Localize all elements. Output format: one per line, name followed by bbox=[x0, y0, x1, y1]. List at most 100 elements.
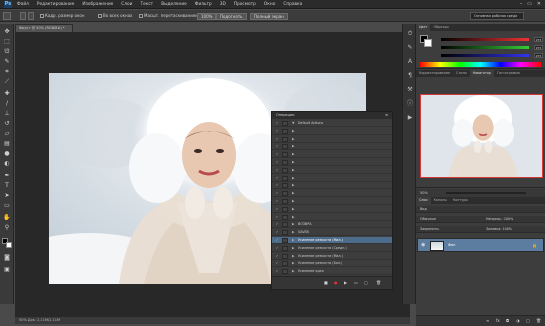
new-action-icon[interactable]: ▢ bbox=[364, 280, 368, 285]
zoom-in-icon[interactable] bbox=[20, 12, 26, 20]
path-select-icon[interactable]: ➤ bbox=[3, 192, 11, 199]
character-icon[interactable]: A bbox=[406, 58, 414, 66]
blue-slider[interactable] bbox=[441, 54, 529, 57]
color-ramp[interactable] bbox=[420, 62, 541, 67]
panel-menu-icon[interactable]: ≡ bbox=[385, 112, 388, 119]
dialog-toggle-box[interactable] bbox=[282, 136, 288, 142]
toggle-check-icon[interactable]: ✓ bbox=[274, 206, 280, 213]
green-value[interactable]: 255 bbox=[534, 45, 543, 50]
info-icon[interactable]: ⓘ bbox=[406, 100, 414, 108]
toggle-check-icon[interactable]: ✓ bbox=[274, 143, 280, 150]
navigator-zoom-value[interactable]: 50% bbox=[420, 191, 428, 195]
tab-paths[interactable]: Контуры bbox=[450, 197, 471, 204]
expand-triangle-icon[interactable]: ▶ bbox=[292, 175, 295, 182]
minimize-icon[interactable]: – bbox=[520, 1, 523, 7]
scrubby-zoom-option[interactable]: Масшт. перетаскиванием bbox=[139, 13, 198, 19]
expand-triangle-icon[interactable]: ▶ bbox=[292, 167, 295, 174]
menu-item-filter[interactable]: Фильтр bbox=[195, 0, 212, 9]
tab-color[interactable]: Цвет bbox=[416, 24, 431, 31]
expand-triangle-icon[interactable]: ▶ bbox=[292, 245, 295, 252]
expand-triangle-icon[interactable]: ▶ bbox=[292, 136, 295, 143]
opacity-field[interactable]: Непрозр.: 100% bbox=[486, 216, 513, 223]
dodge-icon[interactable]: ◐ bbox=[3, 160, 11, 167]
action-row[interactable]: ✓ ▼ Default Actions bbox=[272, 120, 392, 127]
expand-triangle-icon[interactable]: ▶ bbox=[292, 159, 295, 166]
menu-item-type[interactable]: Текст bbox=[140, 0, 153, 9]
pen-icon[interactable]: ✒ bbox=[3, 172, 11, 179]
action-row[interactable]: ✓ ▶ bbox=[272, 167, 392, 174]
record-icon[interactable]: ● bbox=[334, 280, 338, 285]
red-value[interactable]: 255 bbox=[534, 37, 543, 42]
marquee-icon[interactable]: ⬚ bbox=[3, 38, 11, 45]
dialog-toggle-box[interactable] bbox=[282, 253, 288, 259]
action-row[interactable]: ✓ ▶ bbox=[272, 214, 392, 221]
toggle-check-icon[interactable]: ✓ bbox=[274, 159, 280, 166]
dialog-toggle-box[interactable] bbox=[282, 183, 288, 189]
menu-item-image[interactable]: Изображение bbox=[82, 0, 113, 9]
expand-triangle-icon[interactable]: ▶ bbox=[292, 206, 295, 213]
quick-select-icon[interactable]: ✎ bbox=[3, 58, 11, 65]
dialog-toggle-box[interactable] bbox=[282, 160, 288, 165]
dialog-toggle-box[interactable] bbox=[282, 245, 288, 251]
stop-icon[interactable]: ■ bbox=[324, 280, 328, 285]
layer-kind-select[interactable]: Вид bbox=[420, 207, 427, 211]
toggle-check-icon[interactable]: ✓ bbox=[274, 198, 280, 205]
expand-triangle-icon[interactable]: ▼ bbox=[292, 120, 295, 127]
visibility-eye-icon[interactable]: ◉ bbox=[421, 242, 425, 248]
layer-filter-row[interactable]: Вид bbox=[416, 206, 545, 213]
gradient-icon[interactable]: ▤ bbox=[3, 140, 11, 147]
action-row[interactable]: ✓ ▶ bbox=[272, 190, 392, 198]
toggle-check-icon[interactable]: ✓ bbox=[274, 167, 280, 174]
brush-icon[interactable]: ∕ bbox=[3, 100, 11, 107]
hand-icon[interactable]: ✋ bbox=[3, 214, 11, 221]
actions-icon[interactable]: ▶ bbox=[406, 114, 414, 122]
green-slider[interactable] bbox=[441, 46, 529, 49]
shape-icon[interactable]: ▭ bbox=[3, 202, 11, 209]
dialog-toggle-box[interactable] bbox=[282, 191, 288, 197]
menu-item-window[interactable]: Окно bbox=[264, 0, 275, 9]
expand-triangle-icon[interactable]: ▶ bbox=[292, 128, 295, 135]
action-row[interactable]: ✓ ▶ Усиление края bbox=[272, 268, 392, 276]
link-icon[interactable]: ∞ bbox=[486, 316, 489, 326]
toggle-check-icon[interactable]: ✓ bbox=[274, 214, 280, 221]
action-row[interactable]: ✓ ▶ SAVEB bbox=[272, 229, 392, 237]
bg-color-chip[interactable] bbox=[424, 39, 432, 47]
action-row[interactable]: ✓ ▶ bbox=[272, 128, 392, 135]
tab-layers[interactable]: Слои bbox=[416, 197, 431, 204]
trash-icon[interactable]: 🗑 bbox=[376, 280, 381, 285]
tab-swatches[interactable]: Образцы bbox=[430, 24, 451, 31]
dialog-toggle-box[interactable] bbox=[282, 144, 288, 150]
type-icon[interactable]: T bbox=[3, 182, 11, 189]
screen-mode-icon[interactable]: ▣ bbox=[3, 266, 11, 273]
workspace-selector[interactable]: Основная рабочая среда bbox=[470, 12, 524, 20]
dialog-toggle-box[interactable] bbox=[282, 230, 288, 236]
delete-layer-icon[interactable]: 🗑 bbox=[536, 316, 541, 326]
expand-triangle-icon[interactable]: ▶ bbox=[292, 260, 295, 267]
menu-item-layers[interactable]: Слои bbox=[121, 0, 132, 9]
eyedropper-icon[interactable]: ⟋ bbox=[3, 78, 11, 85]
all-windows-option[interactable]: Во всех окнах bbox=[98, 13, 132, 19]
action-row[interactable]: ✓ ▶ bbox=[272, 159, 392, 166]
tab-channels[interactable]: Каналы bbox=[431, 197, 450, 204]
fx-icon[interactable]: fx bbox=[496, 316, 500, 326]
expand-triangle-icon[interactable]: ▶ bbox=[292, 237, 295, 244]
document-tab[interactable]: Фрукт @ 50% (RGB/8#) * bbox=[15, 24, 73, 32]
toggle-check-icon[interactable]: ✓ bbox=[274, 260, 280, 267]
dialog-toggle-box[interactable] bbox=[282, 214, 288, 220]
stamp-icon[interactable]: ⊥ bbox=[3, 110, 11, 117]
dialog-toggle-box[interactable] bbox=[282, 269, 288, 275]
action-row[interactable]: ✓ ▶ Усиление резкости (Средн.) bbox=[272, 245, 392, 252]
toggle-check-icon[interactable]: ✓ bbox=[274, 120, 280, 127]
toggle-check-icon[interactable]: ✓ bbox=[274, 190, 280, 197]
history-brush-icon[interactable]: ↺ bbox=[3, 120, 11, 127]
toggle-check-icon[interactable]: ✓ bbox=[274, 151, 280, 158]
actions-panel-header[interactable]: Операции ≡ bbox=[272, 112, 392, 119]
eraser-icon[interactable]: ▱ bbox=[3, 130, 11, 137]
action-row[interactable]: ✓ ▶ bbox=[272, 182, 392, 190]
actual-pixels-button[interactable]: 100% bbox=[197, 13, 217, 20]
dialog-toggle-box[interactable] bbox=[282, 152, 288, 158]
toggle-check-icon[interactable]: ✓ bbox=[274, 221, 280, 228]
tab-styles[interactable]: Стили bbox=[453, 70, 470, 77]
heal-icon[interactable]: ✚ bbox=[3, 90, 11, 97]
fit-screen-button[interactable]: Подогнать bbox=[216, 13, 247, 20]
